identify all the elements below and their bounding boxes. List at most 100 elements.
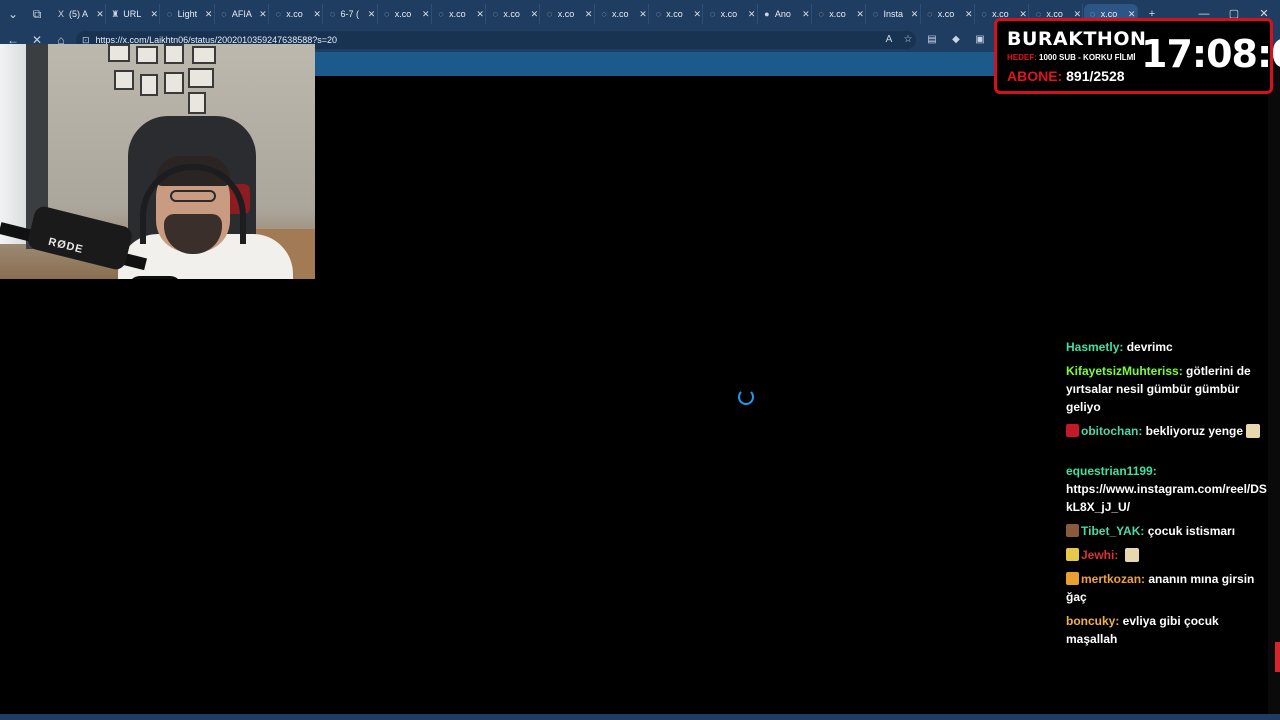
- tab-close-icon[interactable]: ✕: [95, 9, 105, 20]
- read-aloud-icon[interactable]: A: [883, 34, 895, 46]
- browser-tab[interactable]: ◌ 6-7 ( ✕: [324, 4, 378, 24]
- favorite-star-icon[interactable]: ☆: [902, 34, 914, 46]
- tab-close-icon[interactable]: ✕: [475, 9, 485, 20]
- tab-close-icon[interactable]: ✕: [367, 9, 377, 20]
- loading-icon: ◌: [927, 9, 933, 19]
- browser-tab[interactable]: X (5) A ✕: [52, 4, 106, 24]
- browser-tab[interactable]: ◌ Insta ✕: [867, 4, 921, 24]
- loading-icon: ◌: [547, 9, 553, 19]
- tab-label: x.co: [829, 9, 846, 19]
- tab-label: Insta: [883, 9, 904, 19]
- chat-text: devrimc: [1126, 340, 1173, 354]
- browser-tab[interactable]: ◌ x.co ✕: [378, 4, 432, 24]
- tab-list-chevron-icon[interactable]: ⌄: [4, 5, 22, 23]
- browser-tab[interactable]: ● Ano ✕: [758, 4, 812, 24]
- browser-tab[interactable]: ◌ x.co ✕: [595, 4, 649, 24]
- webcam-overlay: RØDE: [0, 44, 315, 279]
- loading-icon: ◌: [166, 9, 173, 19]
- tab-close-icon[interactable]: ✕: [149, 9, 159, 20]
- loading-icon: ◌: [221, 9, 227, 19]
- browser-tab[interactable]: ◌ x.co ✕: [486, 4, 541, 24]
- tab-close-icon[interactable]: ✕: [855, 9, 865, 20]
- x-logo-icon: X: [57, 9, 64, 19]
- loading-spinner-icon: [738, 389, 754, 405]
- chat-text: çocuk istismarı: [1147, 524, 1236, 538]
- browser-tab[interactable]: ◌ x.co ✕: [704, 4, 758, 24]
- chat-username: Jewhi:: [1081, 548, 1122, 562]
- loading-icon: ◌: [709, 9, 716, 19]
- user-badge-icon: [1066, 572, 1079, 585]
- tab-close-icon[interactable]: ✕: [964, 9, 974, 20]
- tab-close-icon[interactable]: ✕: [801, 9, 811, 20]
- tab-close-icon[interactable]: ✕: [204, 9, 214, 20]
- timer-title: BURAKTHON: [1007, 28, 1147, 50]
- tab-close-icon[interactable]: ✕: [692, 9, 702, 20]
- chat-message: Tibet_YAK: çocuk istismarı: [1066, 522, 1268, 540]
- browser-tab[interactable]: ♜ URL ✕: [106, 4, 161, 24]
- loading-icon: ◌: [275, 9, 281, 19]
- extension-icon[interactable]: ▤: [926, 34, 938, 46]
- tab-label: 6-7 (: [340, 9, 360, 19]
- browser-tab[interactable]: ◌ x.co ✕: [921, 4, 975, 24]
- chat-username: Tibet_YAK:: [1081, 524, 1148, 538]
- browser-tab[interactable]: ◌ x.co ✕: [649, 4, 704, 24]
- browser-tab[interactable]: ◌ x.co ✕: [432, 4, 487, 24]
- tab-close-icon[interactable]: ✕: [638, 9, 648, 20]
- extension-icon[interactable]: ◆: [950, 34, 962, 46]
- tab-close-icon[interactable]: ✕: [584, 9, 594, 20]
- browser-tab[interactable]: ◌ AFIA ✕: [215, 4, 269, 24]
- chat-message: obitochan: bekliyoruz yenge: [1066, 422, 1268, 440]
- timer-subscribers: ABONE: 891/2528: [1007, 68, 1125, 84]
- tab-label: Light: [177, 9, 198, 19]
- emote-icon: [1124, 548, 1139, 562]
- chat-username: equestrian1199:: [1066, 464, 1157, 478]
- loading-icon: ◌: [601, 9, 607, 19]
- timer-clock: 17:08:06: [1141, 32, 1280, 76]
- globe-icon: ●: [764, 9, 770, 19]
- loading-icon: ◌: [384, 9, 390, 19]
- browser-tab[interactable]: ◌ x.co ✕: [541, 4, 595, 24]
- user-badge-icon: [1066, 524, 1079, 537]
- browser-tab[interactable]: ◌ x.co ✕: [269, 4, 324, 24]
- scrollbar-thumb[interactable]: [1275, 642, 1280, 672]
- tab-label: AFIA: [231, 9, 252, 19]
- subs-value: 891/2528: [1066, 68, 1125, 84]
- trophy-icon: ♜: [111, 9, 120, 19]
- chat-message: boncuky: evliya gibi çocuk maşallah: [1066, 612, 1268, 648]
- subathon-timer-overlay: BURAKTHON HEDEF: 1000 SUB - KORKU FİLMİ …: [994, 18, 1280, 94]
- user-badge-icon: [1066, 548, 1079, 561]
- browser-tab[interactable]: ◌ Light ✕: [161, 4, 215, 24]
- chat-username: obitochan:: [1081, 424, 1146, 438]
- tab-close-icon[interactable]: ✕: [258, 9, 268, 20]
- tab-label: URL: [123, 9, 142, 19]
- chat-message: KifayetsizMuhteriss: götlerini de yırtsa…: [1066, 362, 1268, 416]
- extension-icon[interactable]: ▣: [974, 34, 986, 46]
- loading-icon: ◌: [492, 9, 499, 19]
- tab-actions-icon[interactable]: ⧉: [28, 5, 46, 23]
- tab-label: x.co: [557, 9, 575, 19]
- loading-icon: ◌: [438, 9, 444, 19]
- chat-username: Hasmetly:: [1066, 340, 1127, 354]
- tab-close-icon[interactable]: ✕: [910, 9, 920, 20]
- loading-icon: ◌: [329, 9, 336, 19]
- tab-label: x.co: [937, 9, 955, 19]
- chat-text: https://www.instagram.com/reel/DSkL8X_jJ…: [1066, 482, 1267, 514]
- tab-close-icon[interactable]: ✕: [421, 9, 431, 20]
- chat-message: mertkozan: ananın mına girsin ğaç: [1066, 570, 1268, 606]
- tab-close-icon[interactable]: ✕: [312, 9, 322, 20]
- subs-label: ABONE:: [1007, 68, 1063, 84]
- chat-username: boncuky:: [1066, 614, 1123, 628]
- scrollbar[interactable]: [1268, 52, 1280, 720]
- browser-tab[interactable]: ◌ x.co ✕: [812, 4, 867, 24]
- tab-label: (5) A: [69, 9, 89, 19]
- chat-message: Jewhi:: [1066, 546, 1268, 564]
- user-badge-icon: [1066, 424, 1079, 437]
- tab-close-icon[interactable]: ✕: [529, 9, 539, 20]
- loading-icon: ◌: [981, 9, 987, 19]
- timer-goal: HEDEF: 1000 SUB - KORKU FİLMİ: [1007, 53, 1135, 62]
- emote-icon: [1246, 424, 1261, 438]
- loading-icon: ◌: [655, 9, 661, 19]
- wall-photo-frames: [108, 44, 218, 114]
- tab-label: x.co: [286, 9, 303, 19]
- tab-close-icon[interactable]: ✕: [747, 9, 757, 20]
